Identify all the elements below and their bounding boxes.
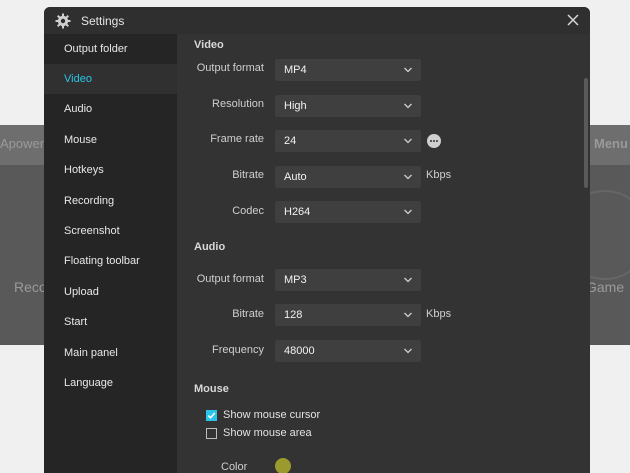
resolution-select[interactable]: High	[275, 95, 421, 117]
checkmark-icon	[207, 411, 216, 419]
settings-content: Video Output format MP4 Resolution High …	[177, 34, 590, 473]
content-scrollbar[interactable]	[584, 78, 588, 188]
sidebar-item-language[interactable]: Language	[44, 368, 177, 398]
show-mouse-cursor-option[interactable]: Show mouse cursor	[206, 409, 320, 421]
audio-output-format-value: MP3	[284, 274, 307, 286]
codec-label: Codec	[232, 205, 264, 217]
sidebar-item-mouse[interactable]: Mouse	[44, 125, 177, 155]
sidebar-item-main-panel[interactable]: Main panel	[44, 338, 177, 368]
audio-bitrate-label: Bitrate	[232, 308, 264, 320]
sidebar-item-recording[interactable]: Recording	[44, 186, 177, 216]
audio-output-format-select[interactable]: MP3	[275, 269, 421, 291]
audio-bitrate-unit: Kbps	[426, 308, 452, 320]
audio-section-title: Audio	[194, 241, 226, 253]
show-mouse-area-label: Show mouse area	[223, 427, 312, 439]
settings-dialog: Settings Output folder Video Audio Mouse…	[44, 7, 590, 473]
frame-rate-more-button[interactable]	[427, 134, 441, 148]
sidebar-item-hotkeys[interactable]: Hotkeys	[44, 155, 177, 185]
frequency-label: Frequency	[212, 344, 264, 356]
mouse-color-label: Color	[221, 461, 248, 473]
close-icon	[567, 14, 579, 26]
sidebar-item-video[interactable]: Video	[44, 64, 177, 95]
video-output-format-select[interactable]: MP4	[275, 59, 421, 81]
settings-sidebar: Output folder Video Audio Mouse Hotkeys …	[44, 34, 177, 473]
gear-icon	[53, 11, 73, 31]
chevron-down-icon	[404, 312, 412, 318]
sidebar-item-output-folder[interactable]: Output folder	[44, 34, 177, 64]
mouse-color-swatch[interactable]	[275, 458, 291, 473]
frame-rate-value: 24	[284, 135, 297, 147]
chevron-down-icon	[404, 209, 412, 215]
sidebar-item-start[interactable]: Start	[44, 307, 177, 337]
sidebar-item-upload[interactable]: Upload	[44, 277, 177, 307]
show-mouse-area-option[interactable]: Show mouse area	[206, 427, 312, 439]
video-output-format-label: Output format	[196, 62, 264, 74]
chevron-down-icon	[404, 174, 412, 180]
video-bitrate-select[interactable]: Auto	[275, 166, 421, 188]
show-mouse-cursor-checkbox[interactable]	[206, 409, 217, 421]
codec-select[interactable]: H264	[275, 201, 421, 223]
video-bitrate-label: Bitrate	[232, 169, 264, 181]
audio-output-format-label: Output format	[196, 273, 264, 285]
background-record-label: Reco	[14, 279, 47, 295]
audio-bitrate-select[interactable]: 128	[275, 304, 421, 326]
chevron-down-icon	[404, 103, 412, 109]
frequency-select[interactable]: 48000	[275, 340, 421, 362]
sidebar-item-screenshot[interactable]: Screenshot	[44, 216, 177, 246]
show-mouse-area-checkbox[interactable]	[206, 427, 217, 439]
sidebar-item-audio[interactable]: Audio	[44, 94, 177, 124]
video-section-title: Video	[194, 39, 224, 51]
frame-rate-label: Frame rate	[210, 133, 264, 145]
frequency-value: 48000	[284, 345, 315, 357]
show-mouse-cursor-label: Show mouse cursor	[223, 409, 321, 421]
close-button[interactable]	[564, 11, 582, 29]
codec-value: H264	[284, 206, 311, 218]
resolution-value: High	[284, 100, 307, 112]
background-game-label: Game	[586, 279, 625, 295]
video-bitrate-value: Auto	[284, 171, 307, 183]
title-bar: Settings	[44, 7, 590, 34]
video-bitrate-unit: Kbps	[426, 169, 452, 181]
mouse-section-title: Mouse	[194, 383, 229, 395]
dialog-title: Settings	[81, 13, 125, 28]
sidebar-item-floating-toolbar[interactable]: Floating toolbar	[44, 246, 177, 276]
audio-bitrate-value: 128	[284, 309, 303, 321]
chevron-down-icon	[404, 67, 412, 73]
chevron-down-icon	[404, 277, 412, 283]
background-menu-label: Menu	[594, 136, 628, 151]
video-output-format-value: MP4	[284, 64, 307, 76]
chevron-down-icon	[404, 348, 412, 354]
frame-rate-select[interactable]: 24	[275, 130, 421, 152]
chevron-down-icon	[404, 138, 412, 144]
resolution-label: Resolution	[212, 98, 264, 110]
